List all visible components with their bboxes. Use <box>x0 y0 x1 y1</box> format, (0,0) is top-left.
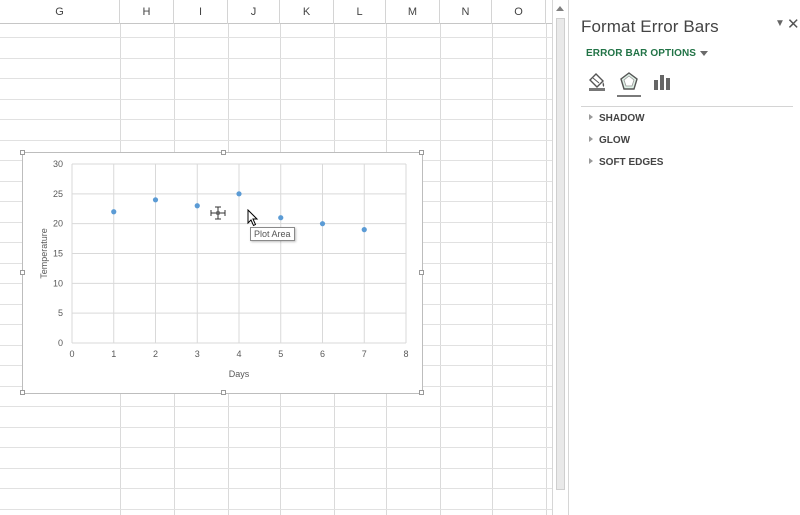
section-tab-label: ERROR BAR OPTIONS <box>586 48 697 59</box>
column-header-bar: G H I J K L M N O <box>0 0 552 24</box>
column-header-m[interactable]: M <box>386 0 440 24</box>
chart-resize-handle[interactable] <box>419 150 424 155</box>
column-header-i[interactable]: I <box>174 0 228 24</box>
x-tick-label: 4 <box>236 349 241 359</box>
chart-plot[interactable]: 0 5 10 15 20 25 30 0 1 2 3 4 5 6 7 8 Days Temperature <box>23 153 424 395</box>
x-tick-label: 6 <box>320 349 325 359</box>
chart-resize-handle[interactable] <box>221 150 226 155</box>
fill-line-icon[interactable] <box>586 71 608 93</box>
y-tick-label: 0 <box>58 338 63 348</box>
y-tick-label: 15 <box>53 249 63 259</box>
dropdown-caret-icon <box>700 50 709 56</box>
glow-label: GLOW <box>599 135 631 146</box>
column-gridline <box>492 24 493 515</box>
active-tab-indicator <box>617 95 641 97</box>
chart-resize-handle[interactable] <box>419 390 424 395</box>
chart-resize-handle[interactable] <box>20 270 25 275</box>
pane-title: Format Error Bars <box>581 17 719 36</box>
row-gridline <box>0 468 552 469</box>
error-bar-options-icon[interactable] <box>651 71 673 93</box>
chart-resize-handle[interactable] <box>221 390 226 395</box>
expand-triangle-icon <box>589 114 593 121</box>
error-bar-options-dropdown[interactable]: ERROR BAR OPTIONS <box>586 48 709 59</box>
row-gridline <box>0 58 552 59</box>
y-axis-title: Temperature <box>39 228 49 279</box>
x-tick-label: 1 <box>111 349 116 359</box>
data-point <box>194 203 200 209</box>
y-tick-label: 30 <box>53 159 63 169</box>
vertical-scrollbar[interactable] <box>552 0 568 515</box>
shadow-label: SHADOW <box>599 113 645 124</box>
row-gridline <box>0 78 552 79</box>
chevron-down-icon[interactable]: ▼ <box>775 18 785 29</box>
mouse-pointer-icon <box>247 209 259 227</box>
data-point <box>278 215 284 221</box>
column-header-h[interactable]: H <box>120 0 174 24</box>
data-point <box>236 191 242 197</box>
column-header-k[interactable]: K <box>280 0 334 24</box>
row-gridline <box>0 427 552 428</box>
y-tick-label: 10 <box>53 278 63 288</box>
y-tick-label: 25 <box>53 189 63 199</box>
column-gridline <box>440 24 441 515</box>
x-tick-label: 7 <box>362 349 367 359</box>
chart-resize-handle[interactable] <box>20 390 25 395</box>
column-header-n[interactable]: N <box>440 0 492 24</box>
expand-triangle-icon <box>589 136 593 143</box>
row-gridline <box>0 406 552 407</box>
x-tick-label: 8 <box>403 349 408 359</box>
soft-edges-label: SOFT EDGES <box>599 157 664 168</box>
chart-resize-handle[interactable] <box>419 270 424 275</box>
column-header-g[interactable]: G <box>0 0 120 24</box>
data-point <box>152 197 159 203</box>
effects-icon[interactable] <box>618 71 640 93</box>
y-tick-label: 20 <box>53 219 63 229</box>
data-point <box>361 227 367 233</box>
format-error-bars-pane: Format Error Bars ▼ ✕ ERROR BAR OPTIONS … <box>568 0 800 515</box>
row-gridline <box>0 119 552 120</box>
x-axis-title: Days <box>229 369 250 379</box>
column-header-j[interactable]: J <box>228 0 280 24</box>
row-gridline <box>0 488 552 489</box>
pane-divider <box>581 106 793 107</box>
row-gridline <box>0 447 552 448</box>
row-gridline <box>0 99 552 100</box>
shadow-section[interactable]: SHADOW <box>589 113 645 124</box>
expand-triangle-icon <box>589 158 593 165</box>
data-point <box>319 221 326 227</box>
row-gridline <box>0 140 552 141</box>
x-tick-label: 3 <box>195 349 200 359</box>
scroll-thumb[interactable] <box>556 18 565 490</box>
column-header-o[interactable]: O <box>492 0 546 24</box>
close-icon[interactable]: ✕ <box>787 15 800 33</box>
chart-resize-handle[interactable] <box>20 150 25 155</box>
row-gridline <box>0 37 552 38</box>
x-tick-label: 5 <box>278 349 283 359</box>
worksheet[interactable]: G H I J K L M N O 0 5 10 15 20 25 30 0 1 2 3 4 5 6 7 8 D… <box>0 0 552 515</box>
column-gridline <box>546 24 547 515</box>
y-tick-label: 5 <box>58 308 63 318</box>
error-bar-cursor-icon <box>210 206 226 220</box>
column-header-l[interactable]: L <box>334 0 386 24</box>
data-point <box>111 209 117 215</box>
x-tick-label: 0 <box>69 349 74 359</box>
glow-section[interactable]: GLOW <box>589 135 630 146</box>
x-tick-label: 2 <box>153 349 158 359</box>
soft-edges-section[interactable]: SOFT EDGES <box>589 157 663 168</box>
scatter-chart[interactable]: 0 5 10 15 20 25 30 0 1 2 3 4 5 6 7 8 Days Temperature <box>20 150 424 395</box>
plot-area-tooltip: Plot Area <box>250 227 295 241</box>
scroll-up-arrow-icon[interactable] <box>556 6 564 11</box>
row-gridline <box>0 509 552 510</box>
